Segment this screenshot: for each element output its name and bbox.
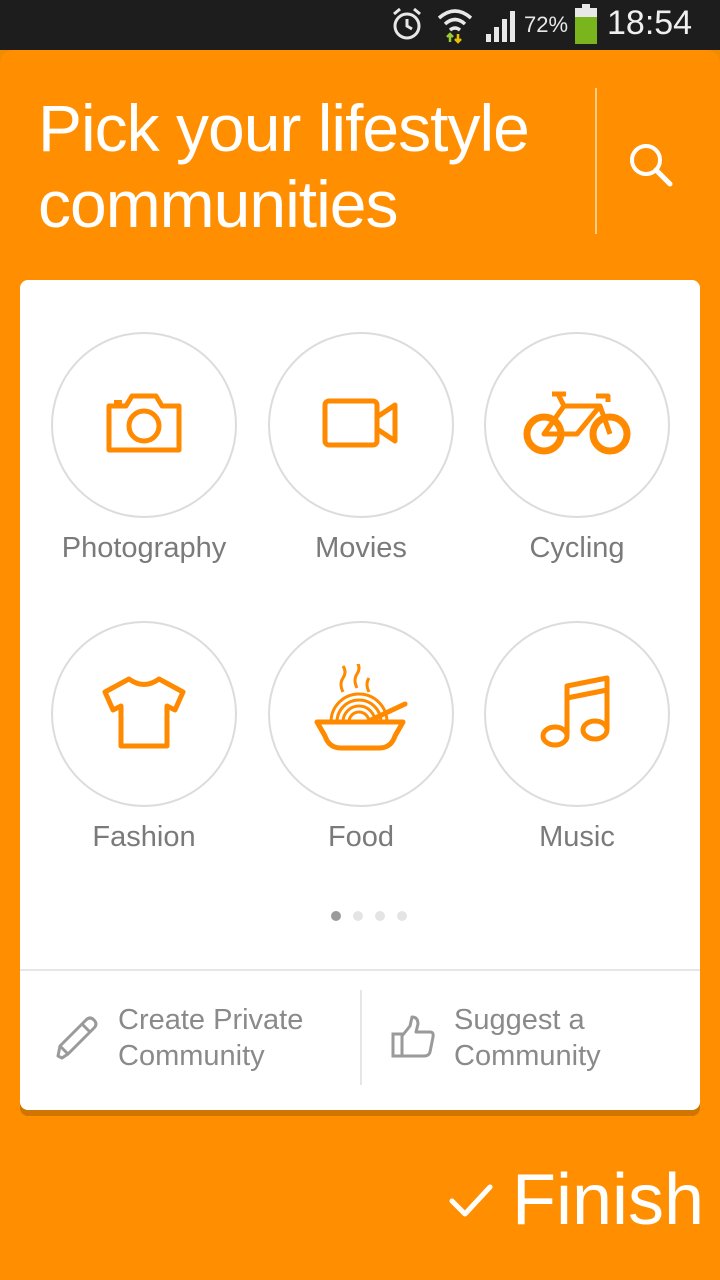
category-cycling[interactable]: Cycling bbox=[471, 280, 671, 564]
page-dot[interactable] bbox=[331, 911, 341, 921]
category-circle bbox=[51, 621, 237, 807]
search-button[interactable] bbox=[620, 136, 682, 198]
create-private-community-button[interactable]: Create Private Community bbox=[54, 1002, 344, 1078]
status-bar: 72% 18:54 bbox=[0, 0, 720, 50]
search-icon bbox=[626, 140, 676, 195]
battery-percent: 72% bbox=[524, 12, 569, 37]
page-dot[interactable] bbox=[353, 911, 363, 921]
category-circle bbox=[268, 332, 454, 518]
signal-icon bbox=[484, 6, 520, 49]
bicycle-icon bbox=[522, 388, 632, 463]
actions-divider bbox=[360, 990, 362, 1085]
clock: 18:54 bbox=[607, 4, 693, 42]
header-divider bbox=[595, 88, 597, 234]
checkmark-icon bbox=[448, 1177, 494, 1223]
suggest-community-button[interactable]: Suggest a Community bbox=[390, 1002, 680, 1078]
battery-icon bbox=[574, 4, 598, 49]
category-circle bbox=[51, 332, 237, 518]
music-note-icon bbox=[537, 674, 617, 755]
category-fashion[interactable]: Fashion bbox=[38, 569, 238, 853]
category-music[interactable]: Music bbox=[471, 569, 671, 853]
page-dot[interactable] bbox=[397, 911, 407, 921]
video-camera-icon bbox=[321, 393, 401, 458]
communities-card: Photography Movies Cycling Fashion Food … bbox=[20, 280, 700, 1110]
category-circle bbox=[484, 332, 670, 518]
page-title: Pick your lifestyle communities bbox=[38, 91, 530, 241]
category-grid: Photography Movies Cycling Fashion Food … bbox=[20, 280, 700, 960]
category-label: Photography bbox=[61, 532, 227, 564]
pencil-icon bbox=[54, 1014, 100, 1060]
page-dot[interactable] bbox=[375, 911, 385, 921]
finish-button[interactable]: Finish bbox=[448, 1155, 704, 1245]
category-label: Food bbox=[327, 821, 395, 853]
category-circle bbox=[268, 621, 454, 807]
wifi-icon bbox=[436, 6, 474, 49]
category-movies[interactable]: Movies bbox=[255, 280, 455, 564]
category-photography[interactable]: Photography bbox=[38, 280, 238, 564]
noodle-bowl-icon bbox=[311, 660, 411, 765]
category-label: Fashion bbox=[92, 821, 196, 853]
category-food[interactable]: Food bbox=[255, 569, 455, 853]
card-divider bbox=[20, 969, 700, 971]
thumbs-up-icon bbox=[390, 1014, 436, 1060]
page-indicator bbox=[20, 911, 700, 927]
finish-label: Finish bbox=[512, 1160, 705, 1240]
alarm-icon bbox=[390, 6, 424, 47]
create-private-label: Create Private Community bbox=[118, 1004, 304, 1072]
t-shirt-icon bbox=[101, 674, 187, 755]
camera-icon bbox=[104, 388, 184, 463]
suggest-label: Suggest a Community bbox=[454, 1004, 601, 1072]
category-circle bbox=[484, 621, 670, 807]
category-label: Cycling bbox=[529, 532, 625, 564]
category-label: Music bbox=[539, 821, 615, 853]
category-label: Movies bbox=[315, 532, 407, 564]
